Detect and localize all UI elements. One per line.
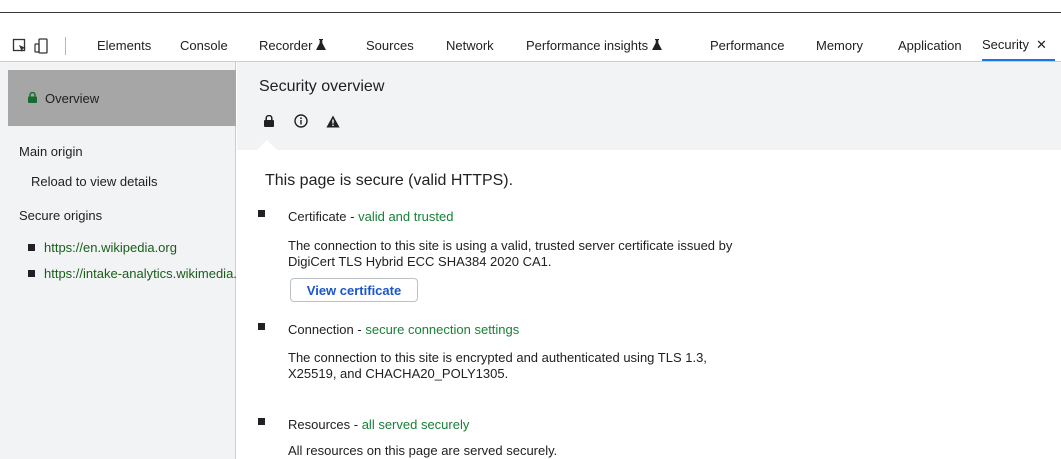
bullet-icon <box>258 323 265 330</box>
tab-label: Security <box>982 37 1029 52</box>
certificate-status: valid and trusted <box>358 209 454 224</box>
security-legend <box>259 112 355 130</box>
item-separator: - <box>350 417 362 432</box>
origin-url: https://intake-analytics.wikimedia.org <box>44 266 236 281</box>
sidebar-item-label: Overview <box>45 90 100 106</box>
inspect-element-icon[interactable] <box>12 38 28 54</box>
sidebar-item-origin[interactable]: https://intake-analytics.wikimedia.org <box>28 266 236 281</box>
page-title: Security overview <box>259 78 385 95</box>
tab-sources[interactable]: Sources <box>366 30 414 61</box>
security-sidebar: Overview Main origin Reload to view deta… <box>0 62 236 459</box>
resources-description: All resources on this page are served se… <box>288 443 558 458</box>
connection-status: secure connection settings <box>365 322 520 337</box>
tab-label: Application <box>898 38 962 53</box>
tab-recorder[interactable]: Recorder <box>259 30 327 61</box>
tab-label: Recorder <box>259 38 313 53</box>
security-overview-header: Security overview <box>237 62 1061 150</box>
legend-pointer <box>257 140 277 150</box>
certificate-title: Certificate - valid and trusted <box>288 209 454 224</box>
tab-console[interactable]: Console <box>180 30 228 61</box>
close-icon[interactable]: ✕ <box>1036 37 1047 53</box>
lock-icon <box>259 112 279 130</box>
bullet-icon <box>258 210 265 217</box>
item-separator: - <box>346 209 359 224</box>
tab-elements[interactable]: Elements <box>97 30 151 61</box>
item-title-text: Connection <box>288 322 354 337</box>
resources-title: Resources - all served securely <box>288 417 469 432</box>
tab-security[interactable]: Security ✕ <box>982 30 1055 61</box>
sidebar-item-origin[interactable]: https://en.wikipedia.org <box>28 240 236 255</box>
connection-description: The connection to this site is encrypted… <box>288 350 707 381</box>
origin-url: https://en.wikipedia.org <box>44 240 177 255</box>
tab-performance[interactable]: Performance <box>710 30 784 61</box>
bullet-icon <box>28 244 35 251</box>
devtools-tab-bar: Elements Console Recorder Sources Networ… <box>0 30 1061 62</box>
window-top-border <box>0 12 1061 13</box>
certificate-description: The connection to this site is using a v… <box>288 238 733 269</box>
device-toolbar-icon[interactable] <box>34 38 50 54</box>
tab-label: Performance insights <box>526 38 649 53</box>
tab-label: Console <box>180 38 228 53</box>
tab-label: Sources <box>366 38 414 53</box>
toolbar-separator <box>65 37 66 55</box>
connection-title: Connection - secure connection settings <box>288 322 519 337</box>
bullet-icon <box>28 270 35 277</box>
beaker-icon <box>652 38 663 53</box>
tab-network[interactable]: Network <box>446 30 494 61</box>
tab-performance-insights[interactable]: Performance insights <box>526 30 663 61</box>
view-certificate-button[interactable]: View certificate <box>290 278 418 302</box>
beaker-icon <box>316 38 327 53</box>
tab-application[interactable]: Application <box>898 30 962 61</box>
item-title-text: Resources <box>288 417 351 432</box>
secure-origins-heading: Secure origins <box>19 208 103 223</box>
bullet-icon <box>258 418 265 425</box>
item-separator: - <box>353 322 366 337</box>
security-summary: This page is secure (valid HTTPS). <box>265 172 514 189</box>
tab-label: Elements <box>97 38 152 53</box>
tab-label: Network <box>446 38 494 53</box>
lock-icon <box>28 91 37 106</box>
tab-memory[interactable]: Memory <box>816 30 863 61</box>
tab-label: Performance <box>710 38 785 53</box>
resources-status: all served securely <box>361 417 470 432</box>
item-title-text: Certificate <box>288 209 347 224</box>
tab-label: Memory <box>816 38 863 53</box>
sidebar-item-main-origin[interactable]: Reload to view details <box>31 174 157 189</box>
main-origin-heading: Main origin <box>19 144 83 159</box>
info-icon <box>291 112 311 130</box>
warning-icon <box>323 112 343 130</box>
sidebar-item-overview[interactable]: Overview <box>8 70 236 126</box>
